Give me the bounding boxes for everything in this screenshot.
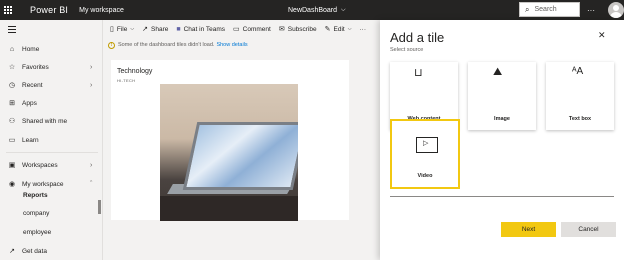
comment-label: Comment: [242, 25, 271, 33]
dashboard-canvas: Technology HI-TECH: [111, 60, 349, 221]
tile-option-video[interactable]: Video: [390, 119, 460, 189]
chevron-right-icon: ›: [90, 63, 93, 71]
tile-option-text-box[interactable]: ᴬA Text box: [546, 62, 614, 130]
app-launcher-icon[interactable]: [0, 0, 16, 20]
chevron-down-icon: ⌵: [347, 26, 352, 32]
hamburger-icon[interactable]: [8, 26, 16, 35]
chevron-right-icon: ›: [90, 161, 93, 169]
sidebar-item-apps[interactable]: ⊞ Apps: [0, 97, 103, 109]
workspaces-icon: ▣: [8, 162, 16, 169]
file-menu-button[interactable]: ▯ File ⌵: [110, 25, 135, 34]
web-content-icon: ⊔: [414, 67, 423, 79]
share-label: Share: [151, 25, 169, 33]
tile-option-label: Text box: [568, 116, 592, 122]
add-tile-panel: Add a tile Select source ✕ ⊔ Web content…: [380, 20, 624, 260]
share-button[interactable]: ↗ Share: [142, 25, 169, 34]
avatar[interactable]: [608, 2, 624, 18]
star-icon: ☆: [8, 64, 16, 71]
dashboard-name: NewDashBoard: [288, 6, 338, 14]
dashboard-title[interactable]: NewDashBoard ⌵: [288, 0, 346, 20]
sidebar-subitem-reports[interactable]: Reports: [23, 192, 48, 199]
chevron-right-icon: ›: [90, 81, 93, 89]
subscribe-button[interactable]: ✉ Subscribe: [278, 25, 317, 34]
file-icon: ▯: [110, 26, 114, 33]
text-box-icon: ᴬA: [572, 66, 584, 77]
sidebar-item-label: Home: [22, 45, 40, 53]
sidebar-divider: [6, 152, 98, 153]
sidebar-item-label: Apps: [22, 99, 37, 107]
sidebar-item-shared[interactable]: ⚇ Shared with me: [0, 115, 103, 127]
cancel-button[interactable]: Cancel: [561, 222, 616, 237]
tile-subtitle: HI-TECH: [117, 78, 136, 83]
search-input[interactable]: ⌕ Search: [519, 2, 580, 17]
more-options-icon[interactable]: ···: [587, 0, 595, 20]
sidebar-item-recent[interactable]: ◷ Recent ›: [0, 79, 103, 91]
tile-option-image[interactable]: ⛰ Image: [468, 62, 536, 130]
home-icon: ⌂: [9, 45, 15, 53]
sidebar-item-label: Recent: [22, 81, 43, 89]
chevron-down-icon: ⌵: [130, 26, 135, 32]
comment-button[interactable]: ▭ Comment: [233, 25, 271, 34]
book-icon: ▭: [8, 137, 16, 144]
tile-option-label: Image: [494, 116, 510, 122]
sidebar-item-label: Get data: [22, 247, 47, 255]
sidebar-item-label: Favorites: [22, 63, 49, 71]
teams-icon: ■: [176, 25, 181, 33]
sidebar-item-label: My workspace: [22, 180, 64, 188]
subscribe-label: Subscribe: [287, 25, 317, 33]
show-details-link[interactable]: Show details: [216, 42, 247, 48]
sidebar-subitem-company[interactable]: company: [23, 210, 49, 217]
file-label: File: [116, 25, 128, 33]
sidebar-item-workspaces[interactable]: ▣ Workspaces ›: [0, 159, 103, 171]
sidebar-item-label: Learn: [22, 136, 39, 144]
app-name[interactable]: Power BI: [30, 5, 68, 15]
image-icon: ⛰: [493, 66, 503, 78]
tile-option-label: Video: [417, 173, 433, 179]
sidebar-item-favorites[interactable]: ☆ Favorites ›: [0, 61, 103, 73]
person-icon: ⚇: [8, 118, 16, 125]
mail-icon: ✉: [278, 26, 285, 33]
get-data-icon: ↗: [9, 248, 15, 255]
close-icon[interactable]: ✕: [598, 30, 606, 41]
video-icon: [416, 137, 438, 153]
search-icon: ⌕: [525, 4, 530, 14]
share-icon: ↗: [142, 26, 149, 33]
sidebar-item-label: Workspaces: [22, 161, 58, 169]
dashboard-toolbar: ▯ File ⌵ ↗ Share ■ Chat in Teams ▭ Comme…: [104, 20, 374, 38]
tile-title: Technology: [117, 68, 153, 75]
panel-divider: [390, 196, 614, 197]
sidebar-item-learn[interactable]: ▭ Learn: [0, 134, 103, 146]
warning-icon: !: [108, 41, 115, 49]
warning-banner: ! Some of the dashboard tiles didn't loa…: [104, 39, 374, 51]
sidebar: ⌂ Home ☆ Favorites › ◷ Recent › ⊞ Apps ⚇…: [0, 20, 103, 260]
chat-in-teams-button[interactable]: ■ Chat in Teams: [176, 26, 225, 33]
sidebar-item-get-data[interactable]: ↗ Get data: [0, 245, 103, 257]
clock-icon: ◷: [8, 82, 16, 89]
sidebar-item-my-workspace[interactable]: ◉ My workspace ˆ: [0, 178, 103, 190]
pencil-icon: ✎: [324, 26, 331, 33]
edit-label: Edit: [333, 25, 345, 33]
warning-text: Some of the dashboard tiles didn't load.: [118, 42, 215, 48]
comment-icon: ▭: [233, 26, 240, 33]
workspace-breadcrumb[interactable]: My workspace: [79, 7, 124, 14]
chat-label: Chat in Teams: [183, 25, 226, 33]
sidebar-item-home[interactable]: ⌂ Home: [0, 43, 103, 55]
sidebar-subitem-employee[interactable]: employee: [23, 229, 51, 236]
sidebar-scrollbar[interactable]: [98, 200, 101, 214]
edit-button[interactable]: ✎ Edit ⌵: [324, 25, 352, 34]
more-options-button[interactable]: ···: [360, 26, 367, 33]
next-button[interactable]: Next: [501, 222, 556, 237]
laptop-image[interactable]: [160, 84, 298, 221]
search-placeholder: Search: [534, 6, 557, 13]
apps-icon: ⊞: [9, 100, 15, 107]
panel-title: Add a tile: [390, 30, 445, 45]
chevron-down-icon: ⌵: [341, 6, 346, 13]
sidebar-item-label: Shared with me: [22, 117, 68, 125]
user-icon: ◉: [8, 181, 16, 188]
chevron-up-icon: ˆ: [90, 180, 93, 188]
panel-subtitle: Select source: [390, 47, 424, 53]
